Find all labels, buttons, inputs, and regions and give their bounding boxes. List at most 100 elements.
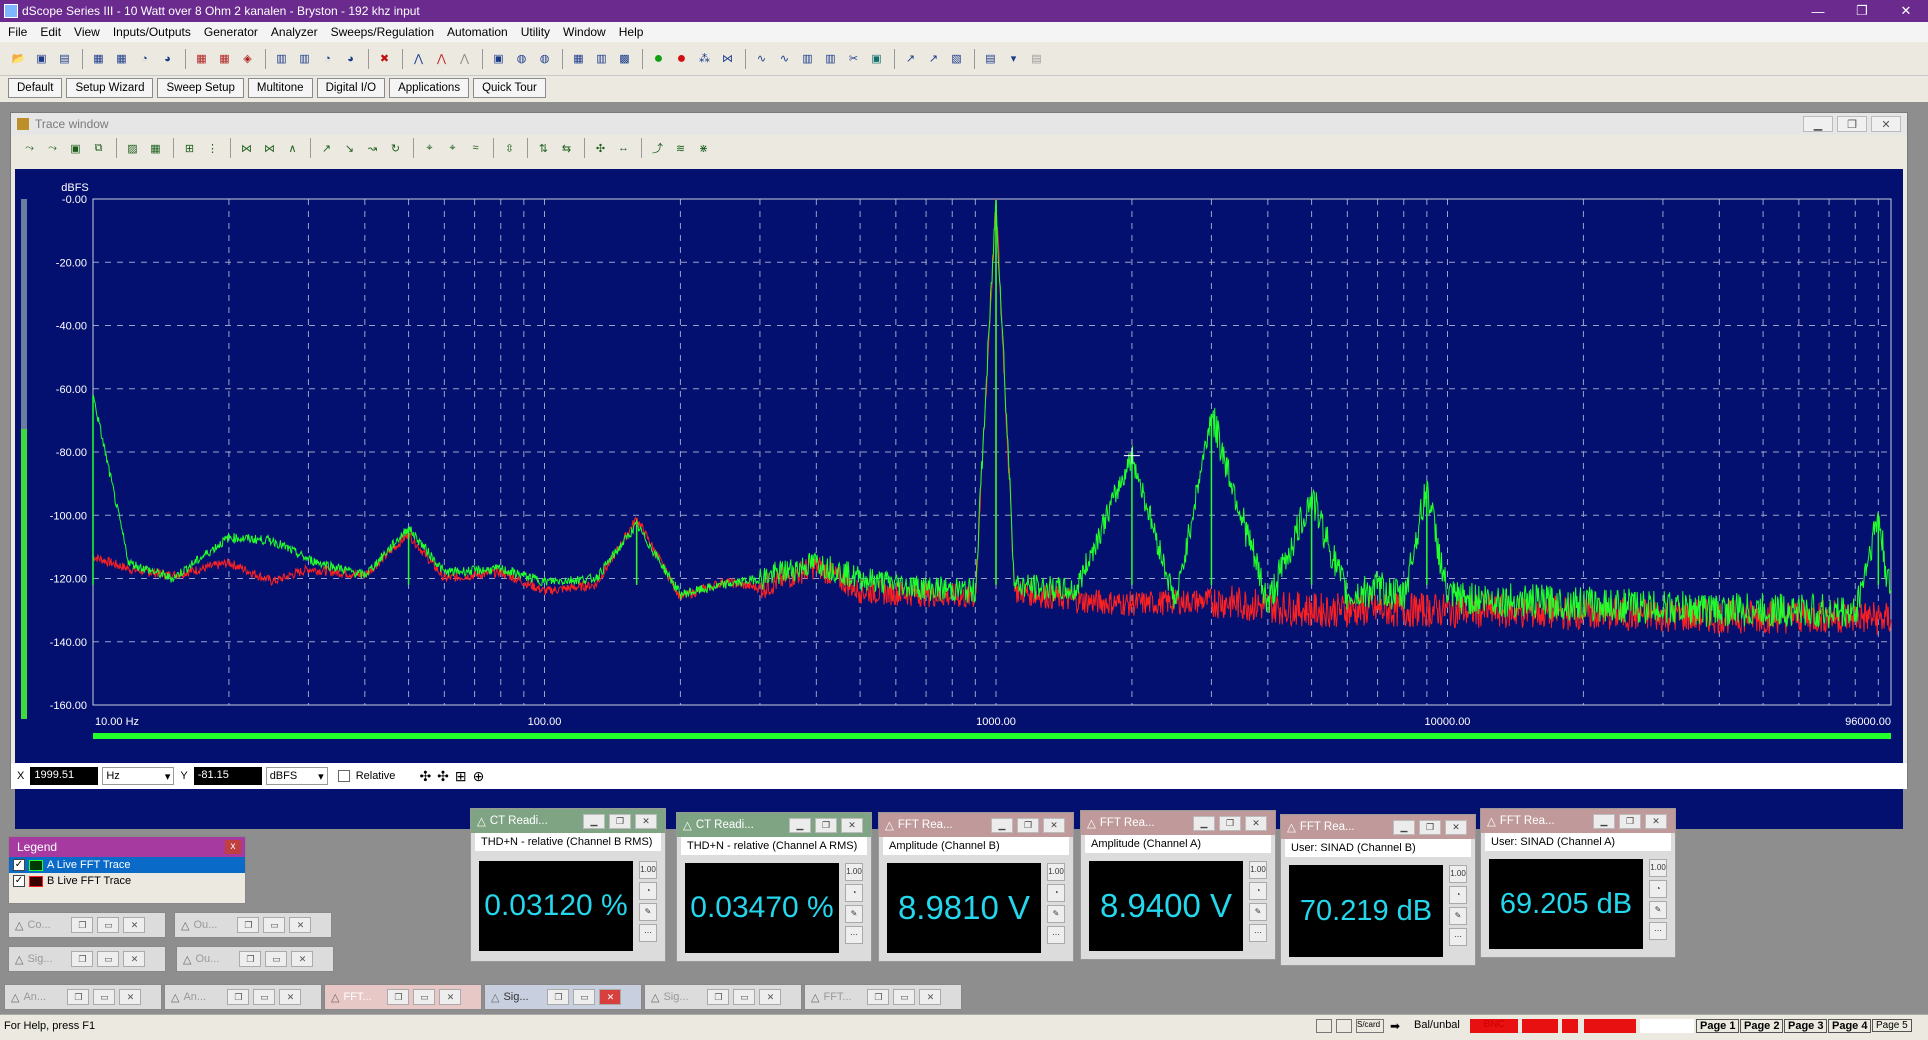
export-icon[interactable]: ▤	[980, 49, 1001, 69]
reading-minimize-button[interactable]: ▁	[789, 817, 811, 833]
minimized-window[interactable]: △ An... ❐ ▭ ✕	[4, 984, 162, 1010]
menu-edit[interactable]: Edit	[40, 25, 61, 39]
menu-analyzer[interactable]: Analyzer	[271, 25, 318, 39]
reading-close-button[interactable]: ✕	[1445, 819, 1467, 835]
edit-icon[interactable]: ✎	[845, 905, 863, 923]
reading-close-button[interactable]: ✕	[635, 813, 657, 829]
print-icon[interactable]: ▤	[1026, 49, 1047, 69]
wave2-icon[interactable]: ∿	[774, 49, 795, 69]
minimized-window[interactable]: △ Sig... ❐ ▭ ✕	[644, 984, 802, 1010]
double-arrow-icon[interactable]: ↔	[613, 138, 634, 158]
minimized-window[interactable]: △ Ou... ❐ ▭ ✕	[174, 912, 332, 938]
minimized-window[interactable]: △ FFT... ❐ ▭ ✕	[804, 984, 962, 1010]
default-button[interactable]: Default	[8, 78, 63, 98]
minimized-window[interactable]: △ Co... ❐ ▭ ✕	[8, 912, 166, 938]
edit-icon[interactable]: ✎	[1249, 903, 1267, 921]
range-icon[interactable]: 1.00	[1249, 861, 1267, 879]
input-c-icon[interactable]: ◔	[317, 49, 338, 69]
graph-icon[interactable]: ▨	[122, 138, 143, 158]
bars-icon[interactable]: ▥	[797, 49, 818, 69]
analyzer-c-icon[interactable]: ⋀	[454, 49, 475, 69]
x-value-input[interactable]: 1999.51	[30, 767, 99, 785]
script3-icon[interactable]: ▧	[946, 49, 967, 69]
dropdown-icon[interactable]: ▾	[1003, 49, 1024, 69]
range-icon[interactable]: 1.00	[1449, 865, 1467, 883]
sweep-setup-button[interactable]: Sweep Setup	[157, 78, 244, 98]
save-trace-icon[interactable]: ▣	[65, 138, 86, 158]
zoom-fit-icon[interactable]: ↝	[362, 138, 383, 158]
record-icon[interactable]: ●	[671, 49, 692, 69]
trace-restore-button[interactable]: ❐	[1837, 116, 1867, 132]
digital-io-button[interactable]: Digital I/O	[316, 78, 386, 98]
page-5-tab[interactable]: Page 5	[1872, 1019, 1912, 1032]
more-icon[interactable]: ⋯	[1047, 926, 1065, 944]
reading-close-button[interactable]: ✕	[1645, 813, 1667, 829]
sweep-settings-icon[interactable]: ⋈	[717, 49, 738, 69]
reading-restore-button[interactable]: ❐	[1219, 815, 1241, 831]
trace-a-icon[interactable]: ⤳	[19, 138, 40, 158]
scale-y-icon[interactable]: ⇳	[499, 138, 520, 158]
analyzer-b-icon[interactable]: ⋀	[431, 49, 452, 69]
reading-restore-button[interactable]: ❐	[609, 813, 631, 829]
relative-checkbox[interactable]	[337, 770, 350, 782]
page-4-tab[interactable]: Page 4	[1828, 1019, 1872, 1033]
minimize-button[interactable]: —	[1796, 0, 1840, 22]
chart-icon[interactable]: ▥	[591, 49, 612, 69]
trace-b-icon[interactable]: ⤳	[42, 138, 63, 158]
gauge-icon[interactable]: ◔	[1449, 886, 1467, 904]
list-icon[interactable]: ⋮	[202, 138, 223, 158]
reading-minimize-button[interactable]: ▁	[991, 817, 1013, 833]
grid-icon[interactable]: ▦	[568, 49, 589, 69]
minimized-window[interactable]: △ Sig... ❐ ▭ ✕	[484, 984, 642, 1010]
gauge-icon[interactable]: ◔	[639, 882, 657, 900]
menu-sweeps[interactable]: Sweeps/Regulation	[331, 25, 434, 39]
menu-window[interactable]: Window	[563, 25, 606, 39]
y-unit-select[interactable]: dBFS ▾	[265, 767, 328, 785]
trace-minimize-button[interactable]: ▁	[1803, 116, 1833, 132]
stop-icon[interactable]: ✖	[374, 49, 395, 69]
restore-button[interactable]: ❐	[1840, 0, 1884, 22]
legend-item-b-checkbox[interactable]: ✓	[13, 875, 25, 887]
cursor-move-icon[interactable]: ✣	[419, 768, 431, 785]
output-b-icon[interactable]: ▦	[111, 49, 132, 69]
reading-restore-button[interactable]: ❐	[1619, 813, 1641, 829]
minimized-window[interactable]: △ An... ❐ ▭ ✕	[164, 984, 322, 1010]
range-icon[interactable]: 1.00	[639, 861, 657, 879]
reading-minimize-button[interactable]: ▁	[1593, 813, 1615, 829]
reading-close-button[interactable]: ✕	[1245, 815, 1267, 831]
gauge-icon[interactable]: ◔	[1649, 880, 1667, 898]
input-d-icon[interactable]: ◕	[340, 49, 361, 69]
range-icon[interactable]: 1.00	[1649, 859, 1667, 877]
zoom-reset-icon[interactable]: ↻	[385, 138, 406, 158]
zoom-out-icon[interactable]: ↘	[339, 138, 360, 158]
peak-icon[interactable]: ∧	[282, 138, 303, 158]
menu-utility[interactable]: Utility	[521, 25, 550, 39]
menu-generator[interactable]: Generator	[204, 25, 258, 39]
reading-minimize-button[interactable]: ▁	[583, 813, 605, 829]
reading-close-button[interactable]: ✕	[841, 817, 863, 833]
reading-minimize-button[interactable]: ▁	[1193, 815, 1215, 831]
arrows-icon[interactable]: ⇅	[533, 138, 554, 158]
page-1-tab[interactable]: Page 1	[1696, 1019, 1740, 1033]
edit-icon[interactable]: ✎	[1649, 901, 1667, 919]
arrows2-icon[interactable]: ⇆	[556, 138, 577, 158]
range-icon[interactable]: 1.00	[1047, 863, 1065, 881]
cross-icon[interactable]: ✣	[590, 138, 611, 158]
cursor2-icon[interactable]: ⌖	[442, 138, 463, 158]
analyzer-a-icon[interactable]: ⋀	[408, 49, 429, 69]
settings-icon[interactable]: ⋇	[693, 138, 714, 158]
marker2-icon[interactable]: ⋈	[259, 138, 280, 158]
page-2-tab[interactable]: Page 2	[1740, 1019, 1784, 1033]
reading-restore-button[interactable]: ❐	[815, 817, 837, 833]
gen-a-icon[interactable]: ▦	[191, 49, 212, 69]
minimized-window[interactable]: △ Ou... ❐ ▭ ✕	[176, 946, 334, 972]
menu-inputs-outputs[interactable]: Inputs/Outputs	[113, 25, 191, 39]
legend-item-a-checkbox[interactable]: ✓	[13, 859, 25, 871]
multitone-button[interactable]: Multitone	[247, 78, 313, 98]
more-icon[interactable]: ⋯	[1449, 928, 1467, 946]
applications-button[interactable]: Applications	[389, 78, 470, 98]
gen-b-icon[interactable]: ▦	[214, 49, 235, 69]
save-icon[interactable]: ▣	[31, 49, 52, 69]
gauge-icon[interactable]: ◔	[845, 884, 863, 902]
legend-item-b[interactable]: ✓ B Live FFT Trace	[9, 873, 245, 889]
